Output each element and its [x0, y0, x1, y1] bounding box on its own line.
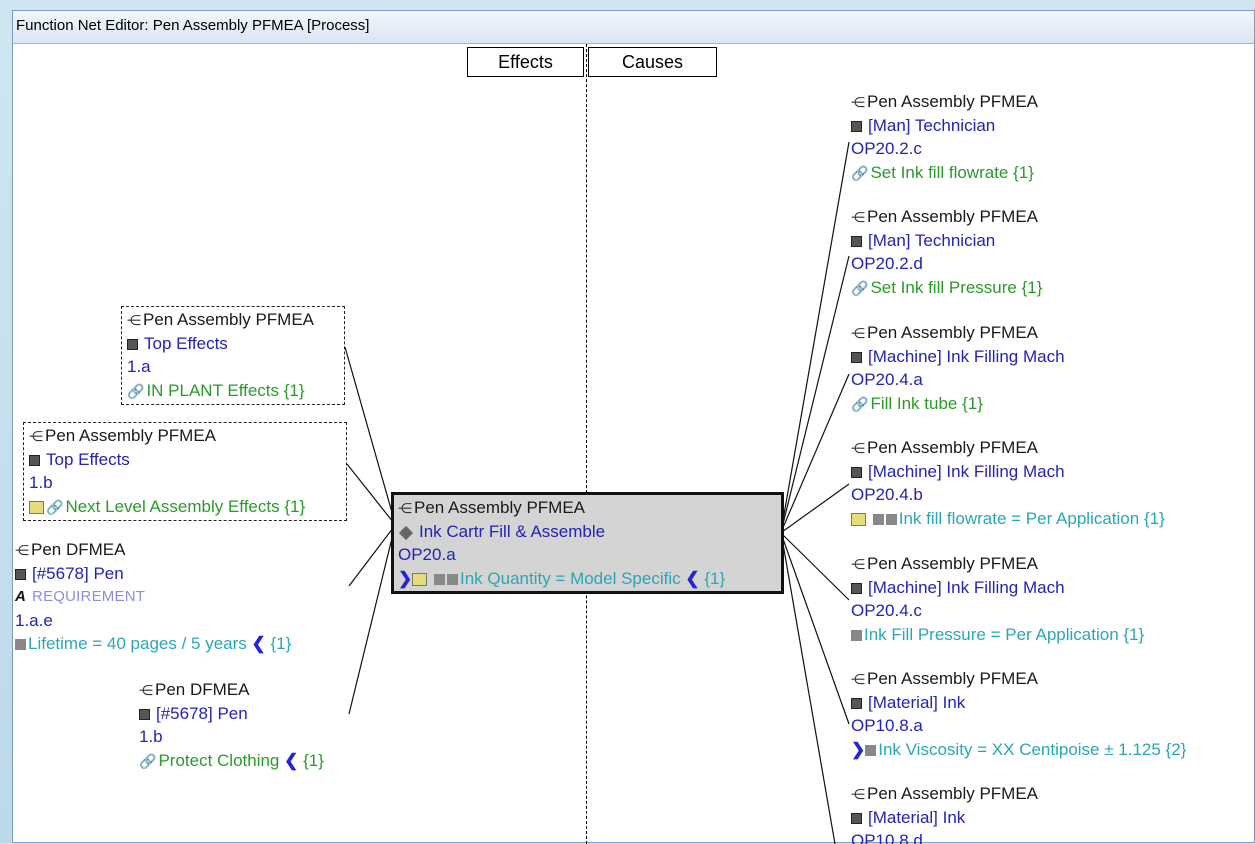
- structure-element-icon: [127, 339, 138, 351]
- link-marker-icon: ❮: [284, 750, 299, 770]
- link-cause-1: [781, 141, 850, 527]
- link-effect-3: [348, 527, 394, 587]
- node-id: OP20.a: [398, 545, 456, 565]
- node-id: OP20.4.c: [851, 601, 922, 621]
- function-link-icon: 🔗: [46, 498, 64, 515]
- characteristic-icon: [865, 744, 877, 756]
- process-step-icon: [398, 525, 414, 540]
- effect-node[interactable]: ⋲ Pen Assembly PFMEA Top Effects 1.b 🔗 Nex…: [23, 422, 347, 521]
- requirement-icon: A: [15, 588, 27, 606]
- tree-structure-icon: ⋲: [851, 208, 865, 225]
- node-id: 1.b: [139, 727, 163, 747]
- structure-element-icon: [851, 583, 862, 595]
- cause-node[interactable]: ⋲ Pen Assembly PFMEA [Man] Technician OP2…: [851, 205, 1151, 300]
- cause-node[interactable]: ⋲ Pen Assembly PFMEA [Man] Technician OP2…: [851, 90, 1151, 185]
- cause-node[interactable]: ⋲ Pen Assembly PFMEA [Material] Ink OP10.…: [851, 667, 1243, 761]
- link-effect-1: [344, 346, 394, 517]
- tree-structure-icon: ⋲: [398, 499, 412, 516]
- cause-node[interactable]: ⋲ Pen Assembly PFMEA [Machine] Ink Fillin…: [851, 321, 1151, 416]
- tree-structure-icon: ⋲: [851, 93, 865, 110]
- function-net-editor-window: Function Net Editor: Pen Assembly PFMEA …: [12, 10, 1255, 844]
- structure-element-icon: [851, 352, 862, 364]
- focus-node[interactable]: ⋲ Pen Assembly PFMEA Ink Cartr Fill & Ass…: [391, 492, 784, 594]
- function-link-icon: 🔗: [139, 752, 157, 769]
- node-id: 1.a.e: [15, 610, 53, 630]
- node-id: OP10.8.a: [851, 716, 923, 736]
- structure-element-icon: [139, 709, 150, 721]
- tree-structure-icon: ⋲: [851, 555, 865, 572]
- characteristic-icon: [885, 513, 897, 525]
- characteristic-icon: [872, 513, 884, 525]
- characteristic-icon: [446, 573, 458, 585]
- link-marker-icon: ❮: [685, 568, 700, 588]
- structure-element-icon: [15, 569, 26, 581]
- characteristic-icon: [851, 629, 862, 641]
- effect-node[interactable]: ⋲ Pen DFMEA [#5678] Pen 1.b 🔗 Protect Clot…: [139, 678, 353, 773]
- link-cause-2: [781, 255, 850, 529]
- link-cause-7: [781, 537, 836, 844]
- link-marker-icon: ❮: [251, 633, 266, 653]
- window-title: Function Net Editor: Pen Assembly PFMEA …: [13, 11, 1254, 44]
- structure-element-icon: [851, 813, 862, 825]
- tree-structure-icon: ⋲: [851, 670, 865, 687]
- tree-structure-icon: ⋲: [127, 311, 141, 328]
- tree-structure-icon: ⋲: [851, 785, 865, 802]
- tree-structure-icon: ⋲: [851, 439, 865, 456]
- effect-node[interactable]: ⋲ Pen DFMEA [#5678] Pen A REQUIREMENT 1.a.…: [15, 538, 351, 655]
- node-id: OP20.4.b: [851, 485, 923, 505]
- structure-element-icon: [851, 121, 862, 133]
- function-link-icon: 🔗: [851, 279, 869, 296]
- node-id: 1.a: [127, 357, 151, 377]
- structure-element-icon: [851, 698, 862, 710]
- characteristic-icon: [15, 638, 26, 650]
- link-cause-5: [781, 533, 850, 601]
- function-net-canvas[interactable]: Effects Causes ⋲ Pen Assembly PFMEA Top E…: [13, 44, 1254, 844]
- cause-node[interactable]: ⋲ Pen Assembly PFMEA [Machine] Ink Fillin…: [851, 552, 1241, 646]
- characteristic-icon: [433, 573, 445, 585]
- note-icon: [412, 572, 428, 586]
- tree-structure-icon: ⋲: [15, 541, 29, 558]
- note-icon: [29, 500, 44, 514]
- cause-node[interactable]: ⋲ Pen Assembly PFMEA [Machine] Ink Fillin…: [851, 436, 1241, 530]
- tree-structure-icon: ⋲: [139, 681, 153, 698]
- function-link-icon: 🔗: [851, 164, 869, 181]
- link-cause-6: [781, 535, 850, 725]
- structure-element-icon: [851, 467, 862, 479]
- node-id: OP20.4.a: [851, 370, 923, 390]
- node-id: OP20.2.d: [851, 254, 923, 274]
- effect-node[interactable]: ⋲ Pen Assembly PFMEA Top Effects 1.a 🔗 IN …: [121, 306, 345, 405]
- cause-node[interactable]: ⋲ Pen Assembly PFMEA [Material] Ink OP10.…: [851, 782, 1151, 844]
- link-cause-3: [781, 373, 850, 531]
- structure-element-icon: [29, 455, 40, 467]
- link-effect-4: [348, 533, 394, 715]
- node-id: OP10.8.d: [851, 831, 923, 844]
- link-marker-icon: ❯: [851, 739, 866, 759]
- function-link-icon: 🔗: [851, 395, 869, 412]
- function-link-icon: 🔗: [127, 382, 145, 399]
- structure-element-icon: [851, 236, 862, 248]
- tree-structure-icon: ⋲: [29, 427, 43, 444]
- node-id: OP20.2.c: [851, 139, 922, 159]
- tree-structure-icon: ⋲: [851, 324, 865, 341]
- link-marker-icon: ❯: [398, 568, 413, 588]
- node-id: 1.b: [29, 473, 53, 493]
- note-icon: [851, 512, 866, 526]
